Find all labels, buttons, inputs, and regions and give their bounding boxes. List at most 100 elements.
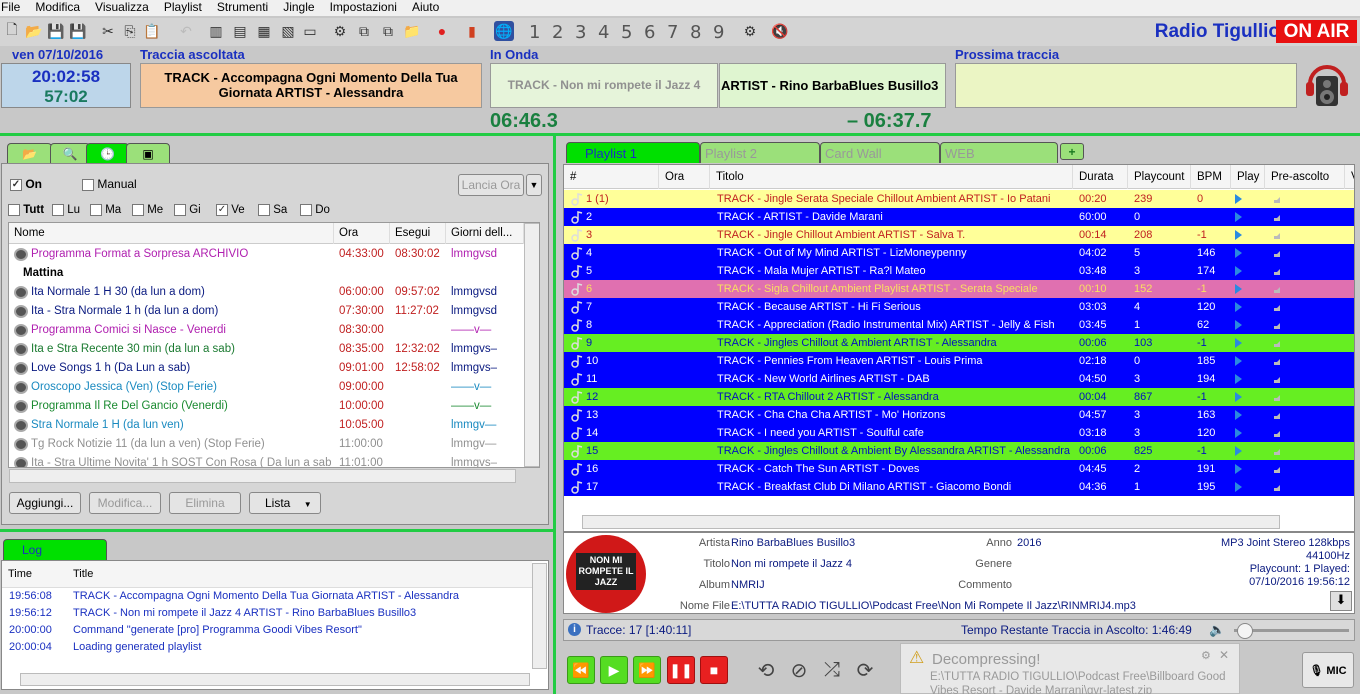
preview-speaker-icon[interactable]: [1274, 356, 1282, 365]
layout5-icon[interactable]: ▭: [300, 21, 320, 41]
scheduler-scrollbar[interactable]: [524, 223, 539, 467]
tab-search[interactable]: 🔍: [50, 143, 90, 164]
day-ve[interactable]: ✓ Ve: [216, 204, 245, 216]
volume-knob[interactable]: [1236, 623, 1253, 639]
stop-button[interactable]: ■: [700, 656, 728, 684]
preview-speaker-icon[interactable]: [1274, 374, 1282, 383]
col-nome[interactable]: Nome: [9, 223, 334, 244]
col-play[interactable]: Play: [1231, 165, 1265, 189]
col-va[interactable]: Va: [1345, 165, 1354, 189]
scheduler-row[interactable]: Programma Il Re Del Gancio (Venerdi) 10:0…: [9, 397, 524, 416]
playlist-row[interactable]: 14 TRACK - I need you ARTIST - Soulful ca…: [564, 424, 1354, 442]
settings-gear-icon[interactable]: ⚙: [740, 21, 760, 41]
playlist-row[interactable]: 10 TRACK - Pennies From Heaven ARTIST - L…: [564, 352, 1354, 370]
mute-speaker-icon[interactable]: 🔇: [770, 21, 790, 41]
pause-button[interactable]: ❚❚: [667, 656, 695, 684]
scheduler-row[interactable]: Ita e Stra Recente 30 min (da lun a sab)…: [9, 340, 524, 359]
preview-speaker-icon[interactable]: [1274, 392, 1282, 401]
loop-icon[interactable]: ⟳: [851, 656, 879, 684]
day-lu[interactable]: Lu: [52, 204, 80, 216]
tab-playlist-2[interactable]: Playlist 2: [700, 142, 820, 163]
preview-speaker-icon[interactable]: [1274, 320, 1282, 329]
day-do[interactable]: Do: [300, 204, 330, 216]
col-preascolto[interactable]: Pre-ascolto: [1265, 165, 1345, 189]
play-track-icon[interactable]: [1235, 338, 1242, 348]
launch-now-button[interactable]: Lancia Ora: [458, 174, 524, 196]
playlist-row[interactable]: 2 TRACK - ARTIST - Davide Marani 60:00 0: [564, 208, 1354, 226]
play-track-icon[interactable]: [1235, 428, 1242, 438]
layout1-icon[interactable]: ▥: [206, 21, 226, 41]
toolbar-number[interactable]: 5: [621, 22, 632, 43]
tab-playlist-1[interactable]: Playlist 1: [566, 142, 700, 163]
globe-icon[interactable]: 🌐: [494, 21, 514, 41]
edit-button[interactable]: Modifica...: [89, 492, 161, 514]
col-playcount[interactable]: Playcount: [1128, 165, 1191, 189]
scheduler-row[interactable]: Ita Normale 1 H 30 (da lun a dom) 06:00:0…: [9, 283, 524, 302]
playlist-row[interactable]: 15 TRACK - Jingles Chillout & Ambient By …: [564, 442, 1354, 460]
rewind-button[interactable]: ⏪: [567, 656, 595, 684]
col-ora[interactable]: Ora: [334, 223, 390, 244]
speaker-icon[interactable]: [1302, 60, 1352, 108]
scheduler-row[interactable]: Love Songs 1 h (Da Lun a sab) 09:01:00 12:…: [9, 359, 524, 378]
play-track-icon[interactable]: [1235, 392, 1242, 402]
play-track-icon[interactable]: [1235, 482, 1242, 492]
preview-speaker-icon[interactable]: [1274, 446, 1282, 455]
menu-file[interactable]: File: [1, 0, 20, 16]
add-tab-icon[interactable]: +: [1060, 143, 1084, 160]
play-button[interactable]: ▶: [600, 656, 628, 684]
scheduler-row[interactable]: Tg Rock Notizie 11 (da lun a ven) (Stop …: [9, 435, 524, 454]
toolbar-number[interactable]: 1: [529, 22, 540, 43]
preview-speaker-icon[interactable]: [1274, 230, 1282, 239]
playlist-row[interactable]: 16 TRACK - Catch The Sun ARTIST - Doves 04…: [564, 460, 1354, 478]
menu-playlist[interactable]: Playlist: [164, 0, 202, 16]
tab-card-wall[interactable]: Card Wall: [820, 142, 940, 163]
play-track-icon[interactable]: [1235, 410, 1242, 420]
day-sa[interactable]: Sa: [258, 204, 287, 216]
tool2-icon[interactable]: ⧉: [354, 21, 374, 41]
preview-speaker-icon[interactable]: [1274, 248, 1282, 257]
layout2-icon[interactable]: ▤: [230, 21, 250, 41]
tab-scheduler[interactable]: 🕒: [86, 143, 129, 164]
play-track-icon[interactable]: [1235, 194, 1242, 204]
scheduler-row[interactable]: Stra Normale 1 H (da lun ven) 10:05:00 lmm…: [9, 416, 524, 435]
menu-jingle[interactable]: Jingle: [283, 0, 314, 16]
notification-close-icon[interactable]: ✕: [1219, 648, 1229, 662]
layout4-icon[interactable]: ▧: [278, 21, 298, 41]
play-track-icon[interactable]: [1235, 356, 1242, 366]
play-track-icon[interactable]: [1235, 230, 1242, 240]
scheduler-hscrollbar[interactable]: [9, 469, 516, 483]
notification-settings-icon[interactable]: ⚙: [1201, 649, 1211, 662]
playlist-row[interactable]: 4 TRACK - Out of My Mind ARTIST - LizMone…: [564, 244, 1354, 262]
menu-visualizza[interactable]: Visualizza: [95, 0, 149, 16]
playlist-row[interactable]: 11 TRACK - New World Airlines ARTIST - DA…: [564, 370, 1354, 388]
playlist-hscrollbar[interactable]: [582, 515, 1280, 529]
repeat-one-icon[interactable]: ⟲: [752, 656, 780, 684]
block-icon[interactable]: ⊘: [785, 656, 813, 684]
manual-checkbox[interactable]: Manual: [82, 177, 137, 191]
save-icon[interactable]: 💾: [46, 21, 66, 41]
undo-icon[interactable]: ↶: [176, 21, 196, 41]
toolbar-number[interactable]: 8: [690, 22, 701, 43]
play-track-icon[interactable]: [1235, 302, 1242, 312]
preview-speaker-icon[interactable]: [1274, 338, 1282, 347]
on-checkbox[interactable]: ✓ On: [10, 177, 42, 191]
volume-slider[interactable]: [1234, 623, 1349, 639]
preview-speaker-icon[interactable]: [1274, 464, 1282, 473]
playlist-row[interactable]: 5 TRACK - Mala Mujer ARTIST - Ra?l Mateo 0…: [564, 262, 1354, 280]
save-as-icon[interactable]: 💾: [68, 21, 88, 41]
tab-files[interactable]: 📂: [7, 143, 52, 164]
new-file-icon[interactable]: 🗋: [2, 21, 22, 41]
scheduler-row[interactable]: Programma Comici si Nasce - Venerdi 08:30…: [9, 321, 524, 340]
stats-icon[interactable]: ▮: [462, 21, 482, 41]
day-me[interactable]: Me: [132, 204, 163, 216]
toolbar-number[interactable]: 9: [713, 22, 724, 43]
tab-log[interactable]: Log: [3, 539, 107, 560]
col-titolo[interactable]: Titolo: [710, 165, 1073, 189]
mic-button[interactable]: 🎙 MIC: [1302, 652, 1354, 688]
paste-icon[interactable]: 📋: [142, 21, 162, 41]
shuffle-icon[interactable]: ⤮: [818, 656, 846, 684]
play-track-icon[interactable]: [1235, 446, 1242, 456]
preview-speaker-icon[interactable]: [1274, 302, 1282, 311]
launch-dropdown-icon[interactable]: ▼: [526, 174, 542, 196]
tab-web[interactable]: WEB: [940, 142, 1058, 163]
